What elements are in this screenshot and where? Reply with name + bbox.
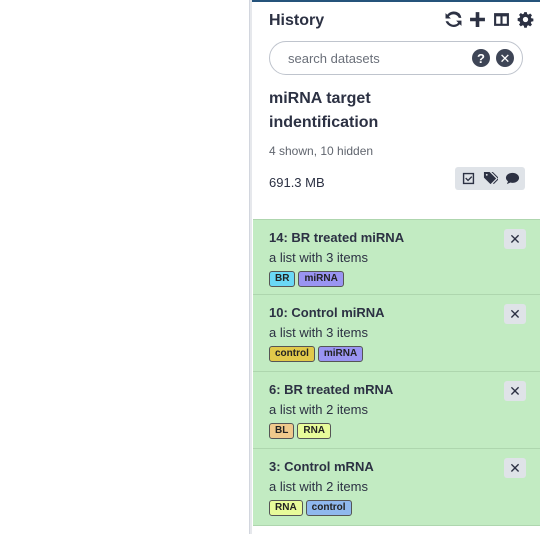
dataset-subtitle: a list with 2 items [269, 479, 368, 494]
tags-icon[interactable] [480, 169, 500, 188]
clear-icon[interactable]: ✕ [496, 49, 514, 67]
shown-hidden-count[interactable]: 4 shown, 10 hidden [269, 144, 373, 158]
search-icons: ? ✕ [472, 49, 514, 67]
tag: control [305, 500, 352, 516]
search-input[interactable] [286, 50, 470, 67]
comment-icon[interactable] [502, 169, 522, 188]
dataset-tags: control miRNA [269, 346, 364, 362]
close-icon[interactable]: ✕ [504, 229, 526, 249]
dataset-subtitle: a list with 3 items [269, 325, 368, 340]
tag: RNA [297, 423, 332, 439]
history-panel: History ? ✕ miRNA target indentification… [252, 0, 540, 534]
center-panel [0, 0, 249, 534]
tag: miRNA [317, 346, 364, 362]
dataset-title[interactable]: 14: BR treated miRNA [269, 230, 404, 245]
dataset-title[interactable]: 6: BR treated mRNA [269, 382, 393, 397]
dataset-subtitle: a list with 2 items [269, 402, 368, 417]
question-icon[interactable]: ? [472, 49, 490, 67]
dataset-item[interactable]: 3: Control mRNA a list with 2 items RNA … [253, 449, 540, 526]
tag: BR [269, 271, 296, 287]
dataset-title[interactable]: 3: Control mRNA [269, 459, 374, 474]
dataset-item[interactable]: 14: BR treated miRNA a list with 3 items… [253, 219, 540, 295]
close-icon[interactable]: ✕ [504, 381, 526, 401]
dataset-subtitle: a list with 3 items [269, 250, 368, 265]
tag: miRNA [298, 271, 344, 287]
header-bar [252, 0, 540, 2]
search-datasets-field[interactable]: ? ✕ [269, 41, 523, 75]
dataset-title[interactable]: 10: Control miRNA [269, 305, 385, 320]
dataset-item[interactable]: 10: Control miRNA a list with 3 items co… [253, 295, 540, 372]
dataset-list: 14: BR treated miRNA a list with 3 items… [253, 219, 540, 526]
check-square-icon[interactable] [458, 169, 478, 188]
dataset-tags: BR miRNA [269, 271, 344, 287]
history-header-icons [444, 10, 534, 28]
tag: RNA [269, 500, 303, 516]
history-tools [455, 167, 525, 190]
dataset-tags: BL RNA [269, 423, 332, 439]
history-name[interactable]: miRNA target indentification [269, 87, 419, 135]
plus-icon[interactable] [468, 10, 486, 28]
tag: BL [269, 423, 295, 439]
refresh-icon[interactable] [444, 10, 462, 28]
dataset-item[interactable]: 6: BR treated mRNA a list with 2 items B… [253, 372, 540, 449]
dataset-tags: RNA control [269, 500, 352, 516]
tag: control [269, 346, 315, 362]
close-icon[interactable]: ✕ [504, 304, 526, 324]
columns-icon[interactable] [492, 10, 510, 28]
close-icon[interactable]: ✕ [504, 458, 526, 478]
history-panel-title: History [269, 12, 325, 29]
history-size: 691.3 MB [269, 175, 325, 190]
gear-icon[interactable] [516, 10, 534, 28]
